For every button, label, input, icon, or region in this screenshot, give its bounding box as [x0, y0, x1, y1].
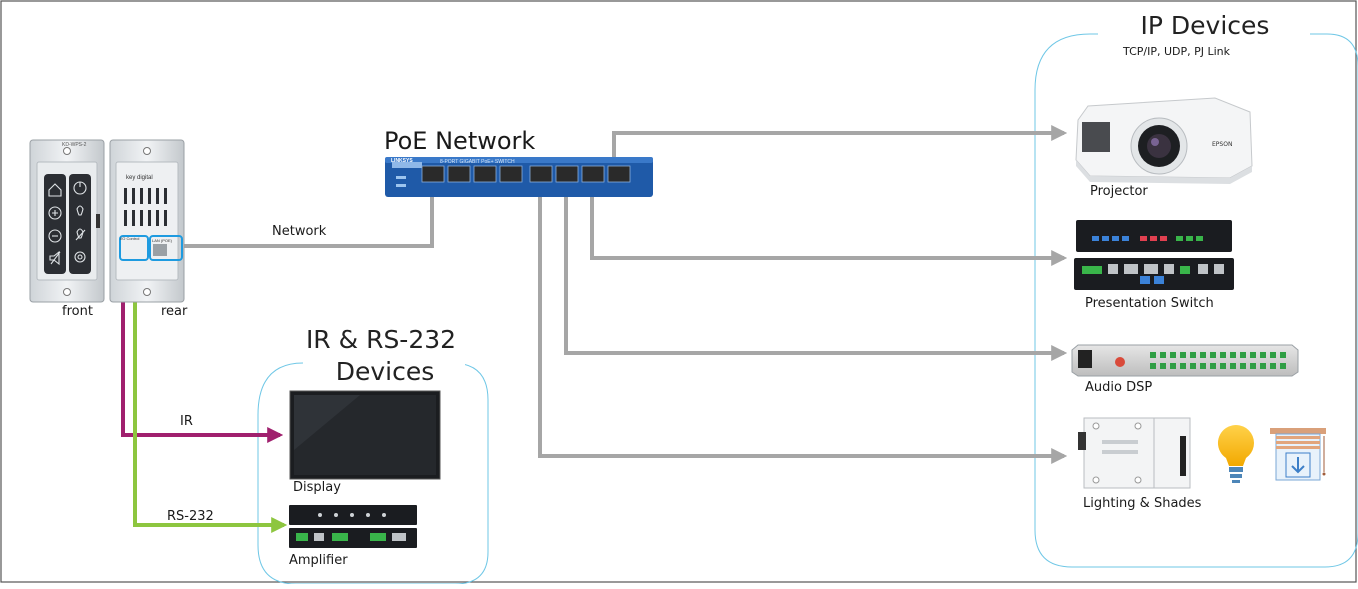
presentation-switch-line	[590, 180, 1068, 266]
lighting-line	[538, 180, 1068, 464]
lighting-controller	[1078, 417, 1191, 489]
io-control-label: I/O Control	[120, 236, 140, 241]
display-label: Display	[293, 480, 341, 495]
shade-icon	[1270, 428, 1326, 481]
lightbulb-icon	[1217, 424, 1255, 483]
lan-poe-label: LAN (POE)	[152, 238, 173, 243]
rear-label: rear	[161, 304, 188, 319]
switch-model-label: 8-PORT GIGABIT PoE+ SWITCH	[440, 159, 515, 165]
keypad-rear	[109, 139, 185, 303]
keypad-brand-label: key digital	[126, 175, 153, 181]
projector-label: Projector	[1090, 184, 1148, 199]
audio-dsp-line	[564, 180, 1068, 361]
poe-switch	[385, 157, 653, 197]
ir-rs232-title-line1: IR & RS-232	[305, 325, 457, 354]
amplifier	[289, 505, 417, 548]
system-diagram: EPSON Network PoE Network 8-PORT GIGABIT…	[0, 0, 1358, 585]
keypad-model-label: KD-WPS-2	[62, 142, 87, 148]
switch-brand-label: LINKSYS	[391, 158, 413, 164]
display	[289, 390, 441, 480]
ir-line-label: IR	[180, 414, 193, 429]
network-line-label: Network	[272, 224, 327, 239]
ip-devices-title: IP Devices	[1100, 12, 1310, 40]
projector-line	[612, 125, 1068, 170]
presentation-switch	[1074, 220, 1234, 290]
ip-devices-subtitle: TCP/IP, UDP, PJ Link	[1123, 45, 1231, 58]
lighting-shades-label: Lighting & Shades	[1083, 496, 1202, 511]
presentation-switch-label: Presentation Switch	[1085, 296, 1214, 311]
outer-frame	[0, 0, 1357, 583]
projector: EPSON	[1075, 97, 1253, 184]
audio-dsp-label: Audio DSP	[1085, 380, 1153, 395]
keypad-front	[29, 139, 105, 303]
rs232-line-label: RS-232	[167, 509, 214, 524]
ir-rs232-title-line2: Devices	[305, 358, 465, 386]
amplifier-label: Amplifier	[289, 553, 348, 568]
poe-network-title: PoE Network	[384, 127, 536, 155]
projector-brand: EPSON	[1212, 141, 1232, 148]
audio-dsp	[1071, 344, 1299, 377]
front-label: front	[62, 304, 93, 319]
